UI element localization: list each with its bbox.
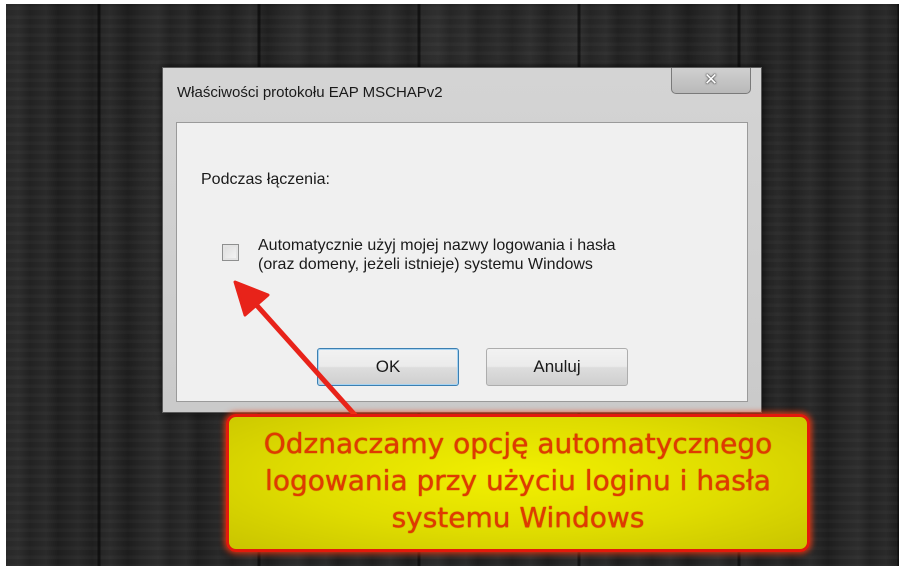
dialog-title: Właściwości protokołu EAP MSCHAPv2 <box>177 84 443 101</box>
checkbox-label-line-2: (oraz domeny, jeżeli istnieje) systemu W… <box>258 256 593 273</box>
callout-text: Odznaczamy opcję automatycznego logowani… <box>229 425 807 536</box>
auto-windows-login-checkbox[interactable] <box>222 244 239 261</box>
eap-properties-dialog: Właściwości protokołu EAP MSCHAPv2 ✕ Pod… <box>162 67 762 413</box>
image-border-top <box>0 0 899 4</box>
auto-windows-login-label[interactable]: Automatycznie użyj mojej nazwy logowania… <box>258 236 616 274</box>
cancel-button[interactable]: Anuluj <box>486 348 628 386</box>
connecting-label: Podczas łączenia: <box>201 171 330 188</box>
close-icon: ✕ <box>703 70 719 89</box>
dialog-titlebar[interactable]: Właściwości protokołu EAP MSCHAPv2 ✕ <box>163 68 761 120</box>
dialog-content: Podczas łączenia: Automatycznie użyj moj… <box>176 122 748 402</box>
checkbox-label-line-1: Automatycznie użyj mojej nazwy logowania… <box>258 237 616 254</box>
ok-button[interactable]: OK <box>317 348 459 386</box>
close-button[interactable]: ✕ <box>671 68 751 94</box>
annotation-callout: Odznaczamy opcję automatycznego logowani… <box>226 414 810 552</box>
callout-line-2: logowania przy użyciu loginu i hasła <box>265 464 771 497</box>
image-border-bottom <box>0 566 899 577</box>
callout-line-3: systemu Windows <box>391 501 645 534</box>
image-border-left <box>0 0 6 577</box>
callout-line-1: Odznaczamy opcję automatycznego <box>263 427 773 460</box>
